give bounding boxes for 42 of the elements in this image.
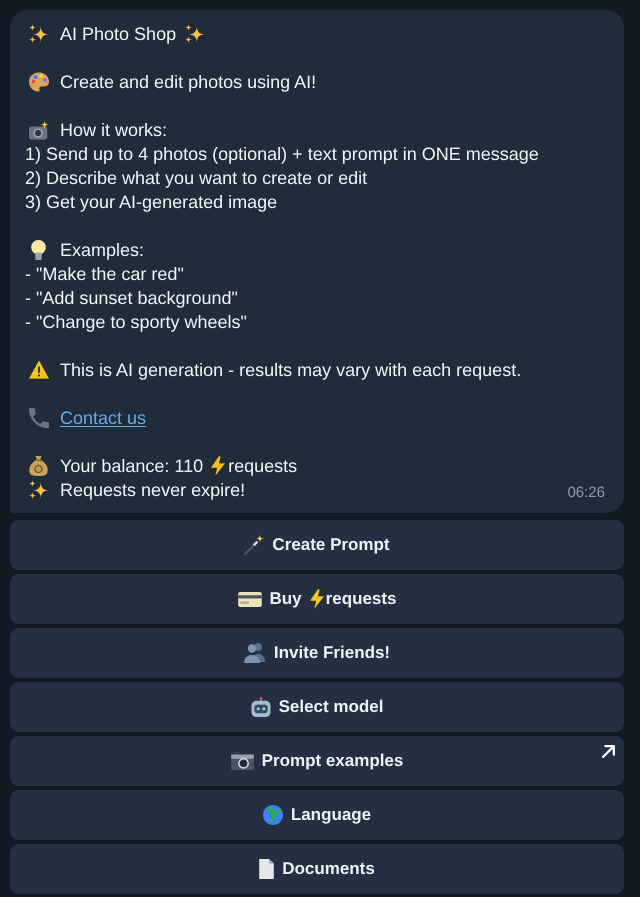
inline-button[interactable]: Select model — [10, 682, 624, 732]
bolt-icon — [211, 456, 226, 476]
credit-card-icon — [238, 592, 262, 606]
camera-icon — [230, 752, 254, 770]
arrow-icon — [602, 745, 615, 758]
camera-flash-icon — [28, 120, 48, 140]
contact-link[interactable]: Contact us — [60, 406, 146, 430]
message-text: - "Make the car red" — [25, 263, 184, 286]
document-icon — [259, 859, 274, 879]
money-bag-icon — [29, 456, 48, 476]
sparkles-icon — [28, 24, 48, 44]
message-text: requests — [228, 455, 298, 478]
palette-icon — [28, 72, 48, 92]
globe-icon — [262, 805, 283, 825]
lightbulb-icon — [31, 240, 46, 260]
message-text: 1) Send up to 4 photos (optional) + text prompt in ONE message — [25, 143, 539, 166]
message-text: Examples: — [60, 239, 144, 262]
message-text: This is AI generation - results may vary with each request. — [60, 359, 522, 382]
inline-button[interactable]: Invite Friends! — [10, 628, 624, 678]
inline-button[interactable]: Create Prompt — [10, 520, 624, 570]
phone-icon — [28, 408, 48, 428]
message-text: Create and edit photos using AI! — [60, 71, 316, 94]
people-icon — [244, 643, 266, 663]
message-text: - "Add sunset background" — [25, 287, 238, 310]
message-title: AI Photo Shop — [60, 23, 176, 46]
inline-button[interactable]: Documents — [10, 844, 624, 894]
message-text: - "Change to sporty wheels" — [25, 311, 247, 334]
sparkles-icon — [185, 24, 206, 44]
wand-icon — [244, 535, 264, 555]
inline-button[interactable]: Prompt examples — [10, 736, 624, 786]
message-text: How it works: — [60, 119, 168, 142]
message-time: 06:26 — [567, 483, 605, 503]
message-text: Your balance: 110 — [60, 455, 204, 478]
message-text: 2) Describe what you want to create or edit — [25, 167, 368, 190]
warning-icon — [28, 360, 48, 380]
bolt-icon — [310, 589, 324, 609]
sparkles-icon — [28, 480, 48, 500]
message-text: 3) Get your AI-generated image — [25, 191, 278, 214]
inline-button[interactable]: Buy requests — [10, 574, 624, 624]
robot-icon — [250, 697, 271, 717]
inline-button[interactable]: Language — [10, 790, 624, 840]
message-text: Requests never expire! — [60, 479, 246, 502]
